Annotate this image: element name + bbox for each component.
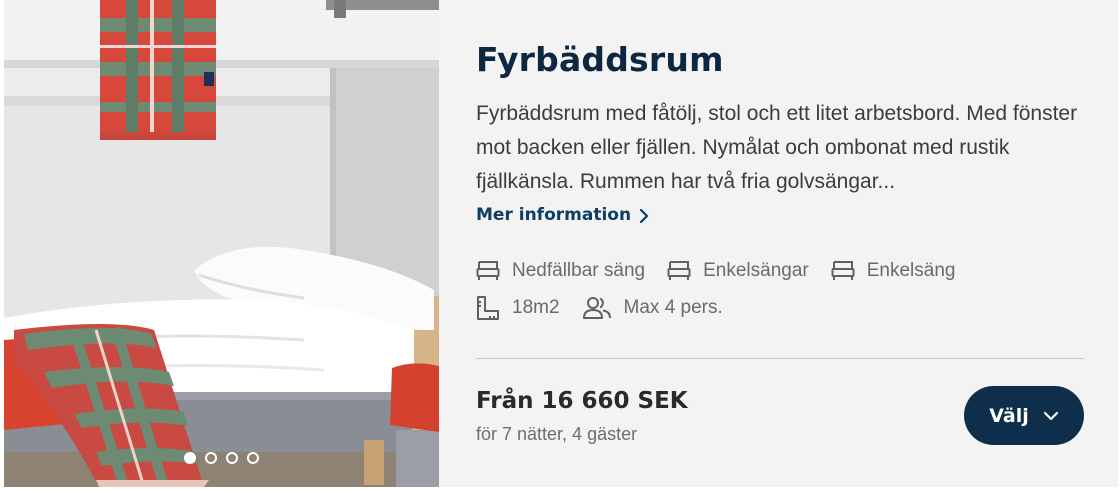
features-row-beds: Nedfällbar säng Enkelsängar Enkelsäng [476,256,1096,286]
price-details: för 7 nätter, 4 gäster [476,424,638,444]
select-button-label: Välj [989,404,1029,427]
room-photo [4,0,439,487]
carousel-dot-2[interactable] [205,452,217,464]
price: Från 16 660 SEK [476,388,688,414]
feature-label: Enkelsängar [703,260,809,281]
room-features: Nedfällbar säng Enkelsängar Enkelsäng 18… [476,256,1096,330]
guests-icon [582,297,611,319]
carousel-dot-3[interactable] [226,452,238,464]
room-card: Fyrbäddsrum Fyrbäddsrum med fåtölj, stol… [4,0,1118,487]
ruler-icon [477,296,499,320]
room-info: Fyrbäddsrum Fyrbäddsrum med fåtölj, stol… [476,0,1118,487]
feature-label: 18m2 [512,297,560,318]
room-photo-carousel[interactable] [4,0,439,487]
feature-label: Enkelsäng [866,260,956,281]
feature-max-guests: Max 4 pers. [582,296,723,320]
room-title: Fyrbäddsrum [476,40,724,79]
feature-area: 18m2 [476,295,560,321]
select-button[interactable]: Välj [964,386,1084,445]
features-row-size: 18m2 Max 4 pers. [476,293,1096,323]
carousel-dots [184,452,259,464]
room-description: Fyrbäddsrum med fåtölj, stol och ett lit… [476,102,1078,193]
bed-icon [667,261,691,280]
bed-icon [476,261,500,280]
more-information-label: Mer information [476,205,632,225]
bed-icon [831,261,855,280]
feature-single-bed: Enkelsäng [831,260,956,282]
more-information-link[interactable]: Mer information [476,205,649,225]
carousel-dot-4[interactable] [247,452,259,464]
carousel-dot-1[interactable] [184,452,196,464]
feature-label: Nedfällbar säng [512,260,646,281]
chevron-down-icon [1043,411,1058,420]
chevron-right-icon [639,208,649,223]
feature-foldable-bed: Nedfällbar säng [476,260,645,282]
feature-single-beds: Enkelsängar [667,260,809,282]
feature-label: Max 4 pers. [623,297,723,318]
divider [476,358,1084,359]
